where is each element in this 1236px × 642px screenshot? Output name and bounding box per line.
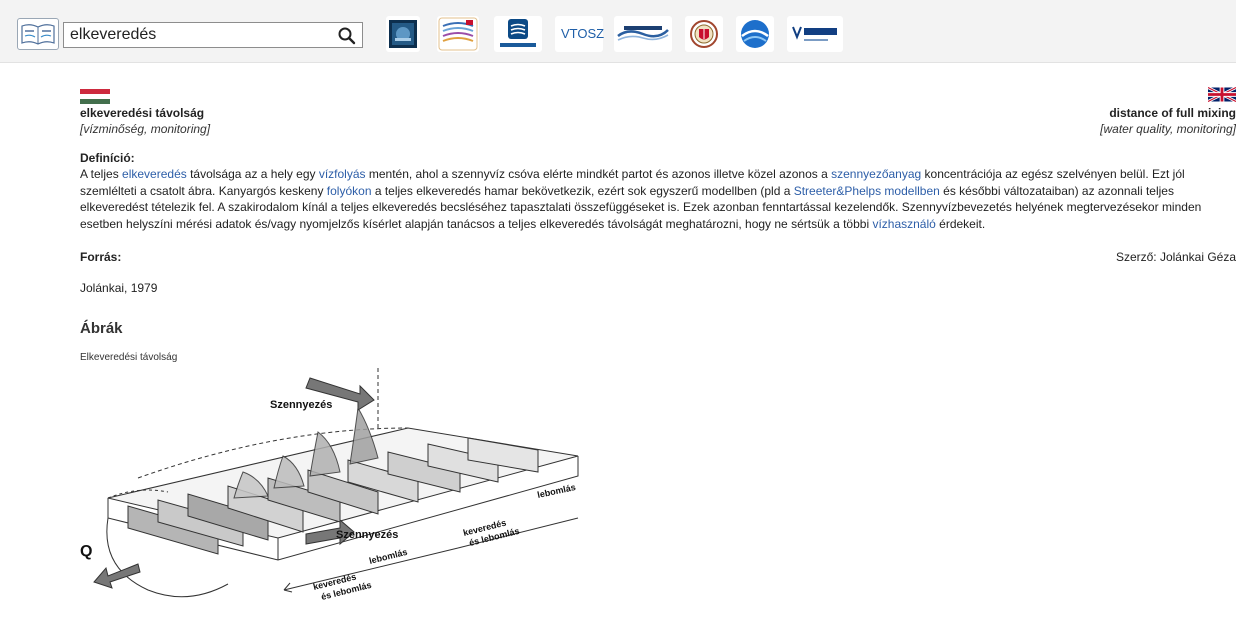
british-flag-icon bbox=[1208, 87, 1236, 102]
partner-logo-aquaprofit[interactable] bbox=[494, 16, 542, 52]
source-heading: Forrás: bbox=[80, 250, 122, 264]
search-button[interactable] bbox=[337, 26, 357, 46]
mixing-distance-figure: Szennyezés Szennyezés Q lebomlás kevered… bbox=[80, 368, 579, 602]
link-elkeveredes[interactable]: elkeveredés bbox=[122, 167, 187, 181]
definition-segment: mentén, ahol a szennyvíz csóva elérte mi… bbox=[365, 167, 832, 181]
term-hungarian: elkeveredési távolság bbox=[80, 106, 205, 120]
link-folyokon[interactable]: folyókon bbox=[327, 184, 372, 198]
definition-text: A teljes elkeveredés távolsága az a hely… bbox=[80, 166, 1236, 232]
partner-logo-2[interactable] bbox=[437, 16, 479, 52]
partner-logo-viziterv[interactable] bbox=[787, 16, 843, 52]
site-logo[interactable] bbox=[17, 18, 59, 50]
label-decay-right: lebomlás bbox=[536, 482, 576, 500]
link-streeter-phelps[interactable]: Streeter&Phelps modellben bbox=[794, 184, 940, 198]
hungarian-flag-icon bbox=[80, 89, 110, 104]
partner-logo-vtosz[interactable]: VTOSZ bbox=[555, 16, 605, 52]
label-decay-mid: lebomlás bbox=[368, 547, 408, 566]
figure-caption: Elkeveredési távolság bbox=[80, 352, 178, 363]
term-hungarian-category: [vízminőség, monitoring] bbox=[80, 122, 211, 136]
label-pollution-top: Szennyezés bbox=[270, 399, 332, 411]
book-pages-icon bbox=[438, 17, 478, 51]
search-box bbox=[63, 22, 363, 48]
ovf-logo-icon bbox=[741, 20, 769, 48]
viziterv-logo-icon bbox=[791, 26, 839, 41]
source-reference: Jolánkai, 1979 bbox=[80, 281, 158, 295]
book-logo-icon bbox=[21, 24, 55, 45]
link-szennyezoanyag[interactable]: szennyezőanyag bbox=[831, 167, 921, 181]
search-input[interactable] bbox=[70, 24, 328, 46]
partner-logo-seal[interactable] bbox=[685, 16, 723, 52]
link-vizhasznalo[interactable]: vízhasználó bbox=[872, 217, 935, 231]
definition-segment: A teljes bbox=[80, 167, 123, 181]
term-english-category: [water quality, monitoring] bbox=[1100, 122, 1236, 136]
vtosz-label: VTOSZ bbox=[561, 26, 605, 41]
label-pollution-side: Szennyezés bbox=[336, 529, 398, 541]
definition-segment: távolsága az a hely egy bbox=[186, 167, 319, 181]
partner-logo-ovf[interactable] bbox=[736, 16, 774, 52]
label-flow-q: Q bbox=[80, 543, 92, 560]
definition-segment: érdekeit. bbox=[935, 216, 986, 231]
term-english: distance of full mixing bbox=[1109, 106, 1236, 120]
aquaprofit-logo-icon bbox=[500, 19, 536, 47]
partner-logo-1[interactable] bbox=[386, 16, 420, 52]
partner-wave-logo-icon bbox=[617, 26, 669, 41]
author-credit: Szerző: Jolánkai Géza bbox=[1115, 250, 1236, 264]
seal-emblem-icon bbox=[690, 20, 718, 48]
partner-emblem-icon bbox=[389, 20, 417, 48]
link-vizfolyas[interactable]: vízfolyás bbox=[319, 167, 366, 181]
top-bar: VTOSZ bbox=[0, 0, 1236, 63]
definition-heading: Definíció: bbox=[80, 151, 135, 165]
figures-heading: Ábrák bbox=[80, 320, 123, 337]
partner-logo-4[interactable] bbox=[614, 16, 672, 52]
magnifier-icon bbox=[338, 27, 356, 45]
definition-segment: a teljes elkeveredés hamar bekövetkezik,… bbox=[371, 183, 794, 198]
